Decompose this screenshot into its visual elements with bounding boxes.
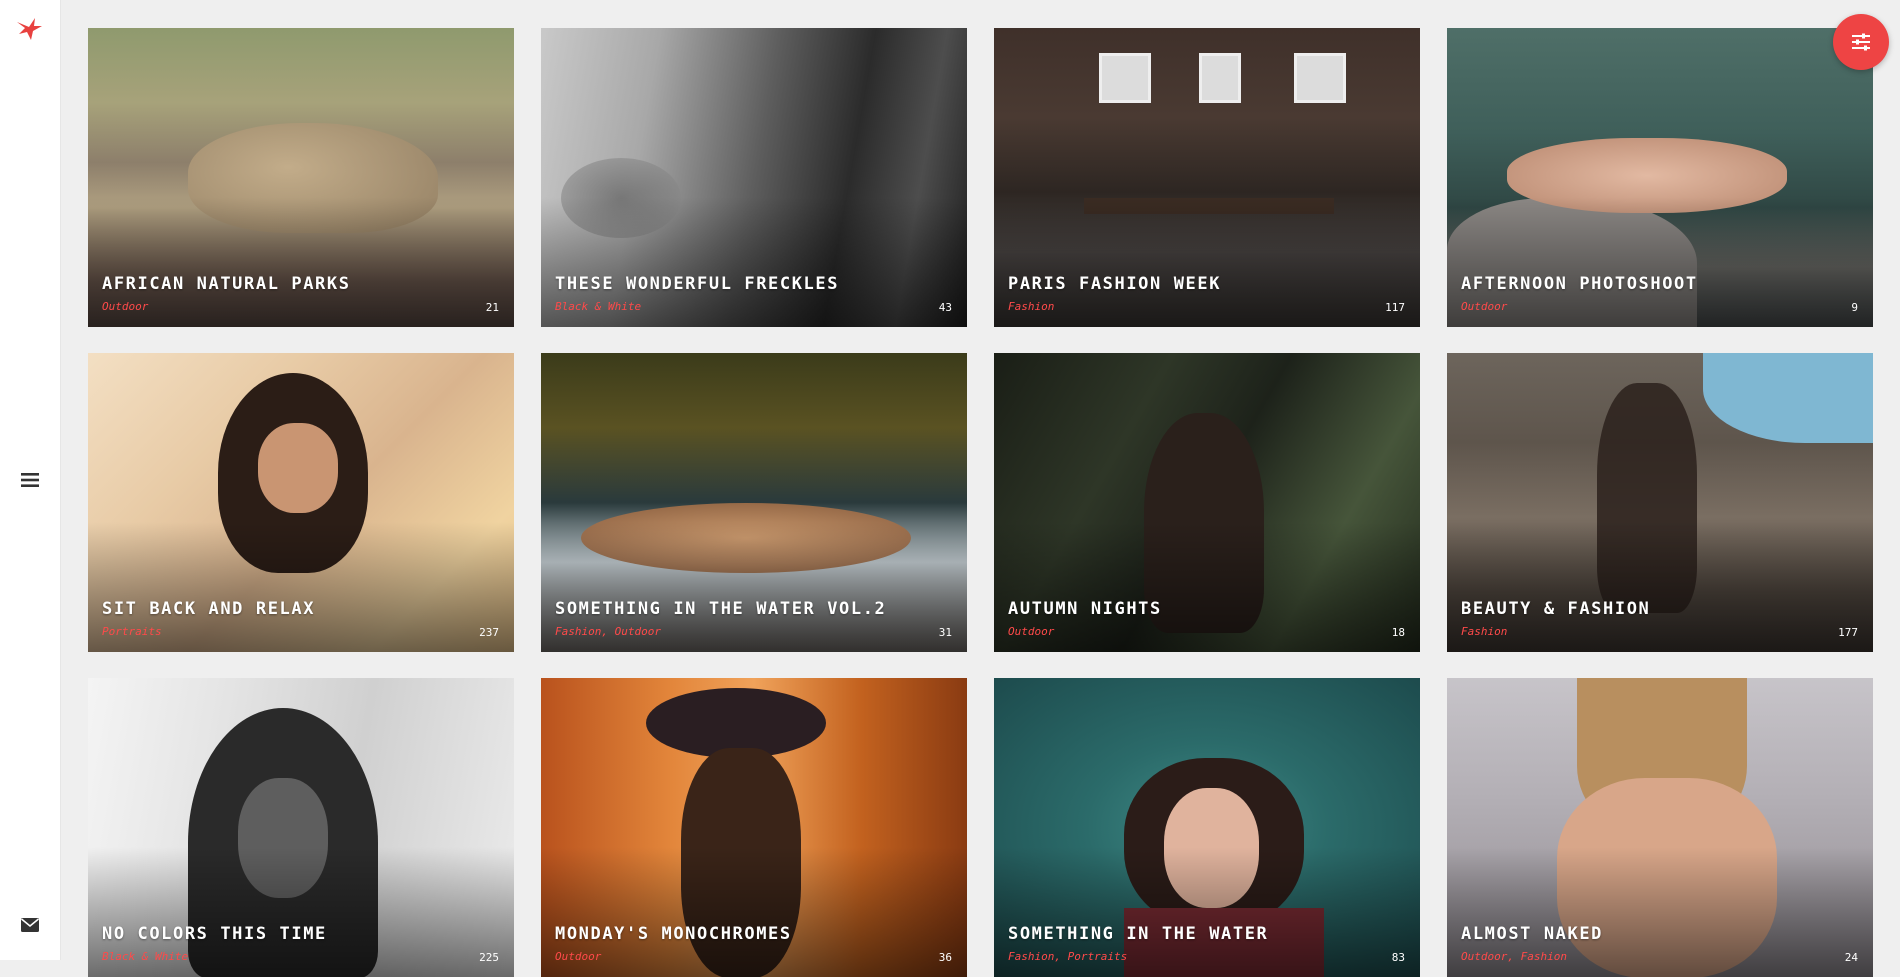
album-category[interactable]: Outdoor bbox=[102, 300, 148, 313]
album-card[interactable]: THESE WONDERFUL FRECKLES Black & White 4… bbox=[541, 28, 967, 327]
album-card[interactable]: SOMETHING IN THE WATER VOL.2 Fashion, Ou… bbox=[541, 353, 967, 652]
album-photo-count: 31 bbox=[938, 626, 952, 639]
album-card[interactable]: PARIS FASHION WEEK Fashion 117 bbox=[994, 28, 1420, 327]
album-card[interactable]: SIT BACK AND RELAX Portraits 237 bbox=[88, 353, 514, 652]
album-photo-count: 36 bbox=[938, 951, 952, 964]
album-card[interactable]: BEAUTY & FASHION Fashion 177 bbox=[1447, 353, 1873, 652]
filter-button[interactable] bbox=[1833, 14, 1889, 70]
album-title: ALMOST NAKED bbox=[1461, 924, 1604, 944]
album-category[interactable]: Fashion, Portraits bbox=[1008, 950, 1127, 963]
album-card[interactable]: SOMETHING IN THE WATER Fashion, Portrait… bbox=[994, 678, 1420, 977]
album-photo-count: 225 bbox=[479, 951, 499, 964]
album-photo-count: 43 bbox=[938, 301, 952, 314]
album-title: NO COLORS THIS TIME bbox=[102, 924, 327, 944]
album-title: SOMETHING IN THE WATER bbox=[1008, 924, 1269, 944]
album-card[interactable]: AFTERNOON PHOTOSHOOT Outdoor 9 bbox=[1447, 28, 1873, 327]
album-title: SIT BACK AND RELAX bbox=[102, 599, 316, 619]
album-photo-count: 18 bbox=[1391, 626, 1405, 639]
album-title: SOMETHING IN THE WATER VOL.2 bbox=[555, 599, 887, 619]
album-photo-count: 117 bbox=[1385, 301, 1405, 314]
bird-logo-icon[interactable] bbox=[15, 14, 43, 42]
sidebar bbox=[0, 0, 60, 960]
album-photo-count: 237 bbox=[479, 626, 499, 639]
hamburger-menu-icon[interactable] bbox=[20, 470, 40, 490]
album-category[interactable]: Outdoor bbox=[1008, 625, 1054, 638]
album-title: AFTERNOON PHOTOSHOOT bbox=[1461, 274, 1698, 294]
album-photo-count: 9 bbox=[1851, 301, 1858, 314]
album-card[interactable]: NO COLORS THIS TIME Black & White 225 bbox=[88, 678, 514, 977]
album-title: AFRICAN NATURAL PARKS bbox=[102, 274, 351, 294]
sliders-icon bbox=[1852, 33, 1870, 51]
album-title: PARIS FASHION WEEK bbox=[1008, 274, 1222, 294]
album-photo-count: 24 bbox=[1844, 951, 1858, 964]
envelope-icon[interactable] bbox=[20, 917, 40, 935]
album-category[interactable]: Black & White bbox=[555, 300, 641, 313]
album-card[interactable]: AFRICAN NATURAL PARKS Outdoor 21 bbox=[88, 28, 514, 327]
album-category[interactable]: Fashion bbox=[1008, 300, 1054, 313]
album-category[interactable]: Outdoor bbox=[555, 950, 601, 963]
album-category[interactable]: Fashion bbox=[1461, 625, 1507, 638]
album-category[interactable]: Outdoor, Fashion bbox=[1461, 950, 1567, 963]
album-photo-count: 21 bbox=[485, 301, 499, 314]
album-photo-count: 177 bbox=[1838, 626, 1858, 639]
album-card[interactable]: ALMOST NAKED Outdoor, Fashion 24 bbox=[1447, 678, 1873, 977]
album-category[interactable]: Black & White bbox=[102, 950, 188, 963]
album-category[interactable]: Outdoor bbox=[1461, 300, 1507, 313]
album-photo-count: 83 bbox=[1391, 951, 1405, 964]
album-title: AUTUMN NIGHTS bbox=[1008, 599, 1162, 619]
album-title: MONDAY'S MONOCHROMES bbox=[555, 924, 792, 944]
album-card[interactable]: AUTUMN NIGHTS Outdoor 18 bbox=[994, 353, 1420, 652]
album-category[interactable]: Portraits bbox=[102, 625, 162, 638]
album-title: THESE WONDERFUL FRECKLES bbox=[555, 274, 840, 294]
album-card[interactable]: MONDAY'S MONOCHROMES Outdoor 36 bbox=[541, 678, 967, 977]
album-category[interactable]: Fashion, Outdoor bbox=[555, 625, 661, 638]
album-grid: AFRICAN NATURAL PARKS Outdoor 21 THESE W… bbox=[88, 28, 1873, 977]
album-title: BEAUTY & FASHION bbox=[1461, 599, 1651, 619]
